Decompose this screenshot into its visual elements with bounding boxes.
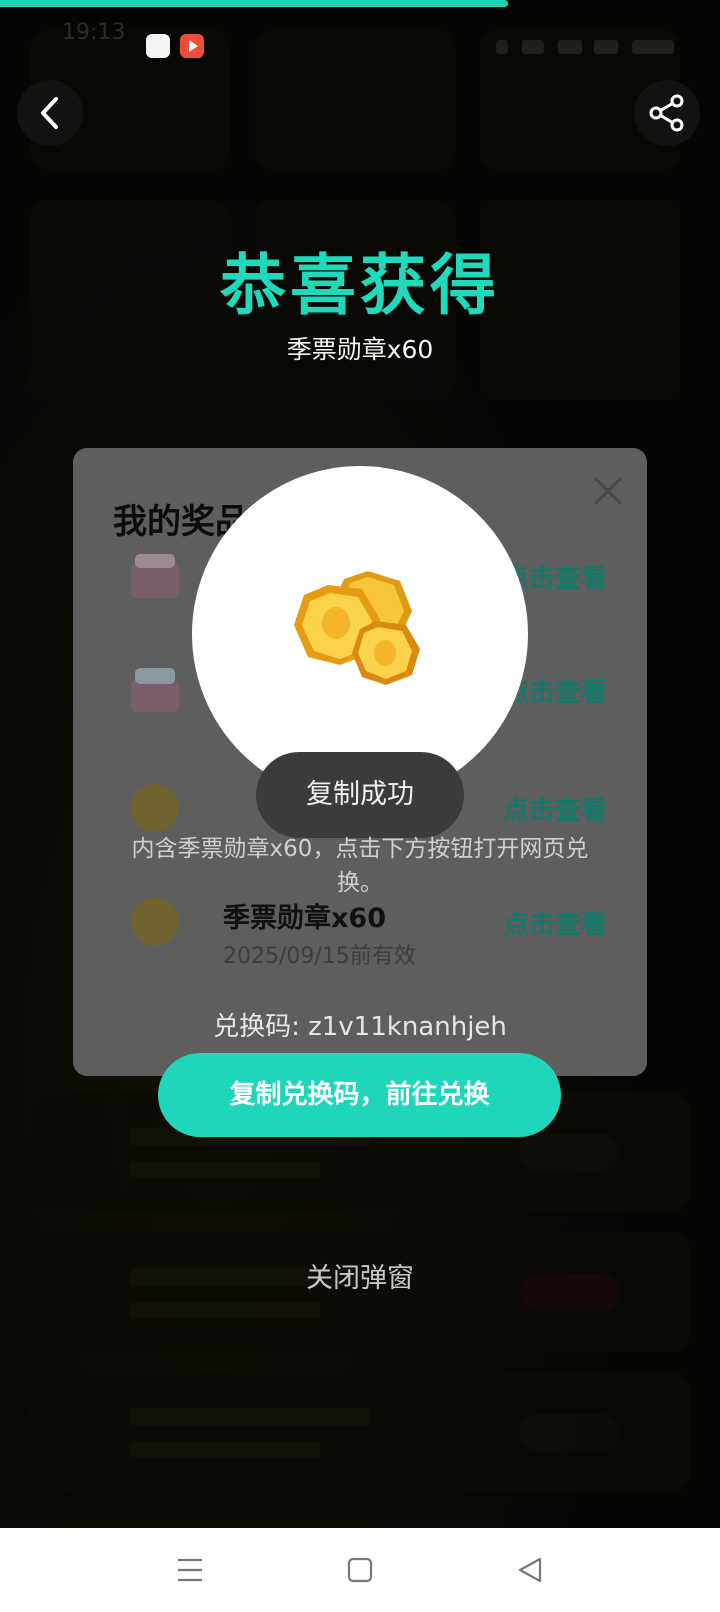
coin-icon	[131, 784, 179, 832]
copy-code-redeem-button[interactable]: 复制兑换码，前往兑换	[158, 1053, 561, 1137]
redeem-code-line: 兑换码: z1v11knanhjeh	[0, 1006, 720, 1043]
prize-expiry: 2025/09/15前有效	[223, 944, 416, 969]
menu-nav-button[interactable]	[170, 1550, 210, 1590]
app-notification-icon	[146, 34, 170, 58]
copy-success-toast: 复制成功	[256, 752, 464, 838]
status-icons	[496, 36, 676, 58]
close-popup-link[interactable]: 关闭弹窗	[0, 1256, 720, 1295]
share-icon	[649, 94, 684, 132]
menu-icon	[178, 1558, 202, 1582]
home-square-icon	[347, 1557, 373, 1583]
system-nav-bar	[0, 1528, 720, 1612]
season-medal-coins-icon	[294, 571, 420, 685]
share-button[interactable]	[634, 80, 700, 146]
status-bar: 19:13	[0, 14, 720, 58]
back-button[interactable]	[17, 80, 83, 146]
redeem-code-value: z1v11knanhjeh	[308, 1012, 507, 1042]
reward-name: 季票勋章x60	[286, 335, 434, 364]
reward-description: 内含季票勋章x60，点击下方按钮打开网页兑换。	[131, 836, 589, 896]
coin-icon	[131, 898, 179, 946]
back-triangle-icon	[518, 1557, 542, 1583]
gift-box-icon	[131, 554, 179, 598]
home-nav-button[interactable]	[340, 1550, 380, 1590]
video-app-notification-icon	[180, 34, 204, 58]
list-item: 季票勋章x60 2025/09/15前有效 点击查看	[73, 894, 647, 1004]
status-time: 19:13	[62, 20, 126, 45]
chevron-left-icon	[41, 97, 58, 129]
congrats-title: 恭喜获得	[220, 247, 500, 324]
view-prize-link[interactable]: 点击查看	[503, 904, 607, 941]
prize-name: 季票勋章x60	[223, 903, 386, 934]
gift-box-icon	[131, 668, 179, 712]
redeem-code-label: 兑换码:	[213, 1012, 309, 1042]
page-load-progress	[0, 0, 508, 7]
view-prize-link[interactable]: 点击查看	[503, 790, 607, 827]
close-icon[interactable]	[591, 474, 625, 508]
back-nav-button[interactable]	[510, 1550, 550, 1590]
